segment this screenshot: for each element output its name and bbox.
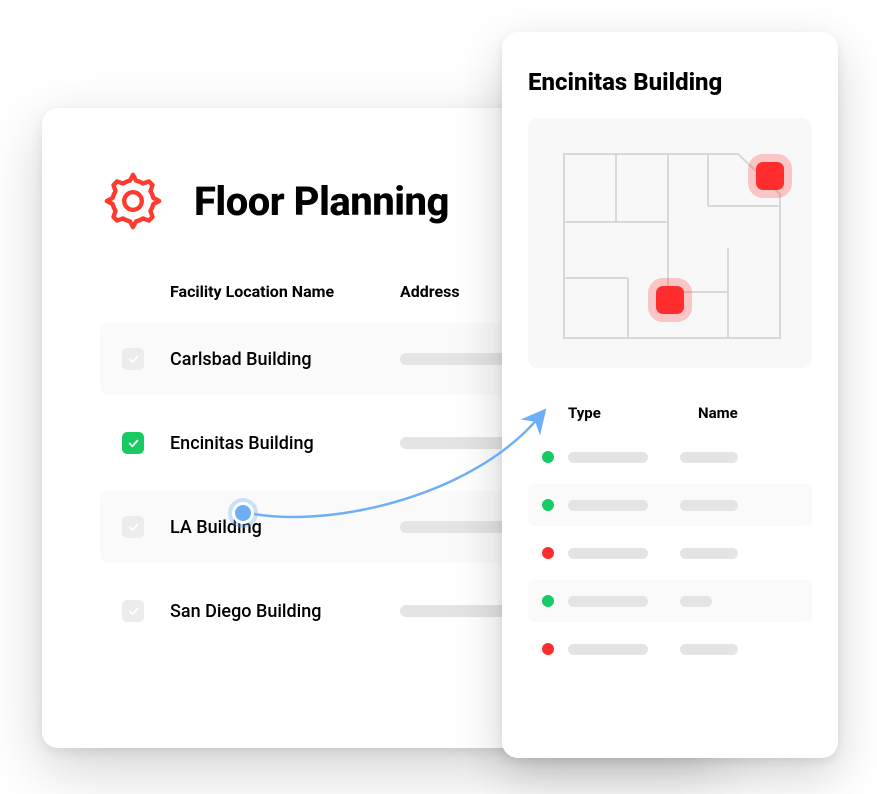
- facility-checkbox[interactable]: [122, 516, 144, 538]
- detail-column-name: Name: [698, 404, 812, 422]
- detail-table-body: [528, 436, 812, 670]
- name-placeholder: [680, 596, 712, 607]
- detail-title: Encinitas Building: [528, 68, 812, 96]
- name-placeholder: [680, 548, 738, 559]
- gear-icon: [100, 168, 166, 234]
- facility-checkbox[interactable]: [122, 348, 144, 370]
- detail-column-type: Type: [568, 404, 698, 422]
- facility-checkbox[interactable]: [122, 600, 144, 622]
- type-placeholder: [568, 596, 648, 607]
- building-detail-card: Encinitas Building Type Name: [502, 32, 838, 758]
- status-dot: [542, 643, 554, 655]
- page-title: Floor Planning: [194, 178, 449, 225]
- status-dot: [542, 451, 554, 463]
- status-dot: [542, 499, 554, 511]
- detail-row[interactable]: [528, 532, 812, 574]
- name-placeholder: [680, 500, 738, 511]
- facility-name: LA Building: [170, 517, 400, 538]
- detail-table-header: Type Name: [528, 404, 812, 422]
- floorplan-preview[interactable]: [528, 118, 812, 368]
- type-placeholder: [568, 452, 648, 463]
- floorplan-marker[interactable]: [656, 286, 684, 314]
- type-placeholder: [568, 500, 648, 511]
- facility-name: San Diego Building: [170, 601, 400, 622]
- name-placeholder: [680, 644, 738, 655]
- floorplan-marker[interactable]: [756, 162, 784, 190]
- detail-row[interactable]: [528, 628, 812, 670]
- detail-table: Type Name: [528, 404, 812, 670]
- facility-name: Carlsbad Building: [170, 349, 400, 370]
- status-dot: [542, 595, 554, 607]
- type-placeholder: [568, 548, 648, 559]
- type-placeholder: [568, 644, 648, 655]
- status-dot: [542, 547, 554, 559]
- detail-row[interactable]: [528, 580, 812, 622]
- connector-origin-dot: [232, 502, 254, 524]
- facility-checkbox[interactable]: [122, 432, 144, 454]
- name-placeholder: [680, 452, 738, 463]
- column-header-name: Facility Location Name: [170, 282, 400, 301]
- facility-name: Encinitas Building: [170, 433, 400, 454]
- detail-row[interactable]: [528, 484, 812, 526]
- detail-row[interactable]: [528, 436, 812, 478]
